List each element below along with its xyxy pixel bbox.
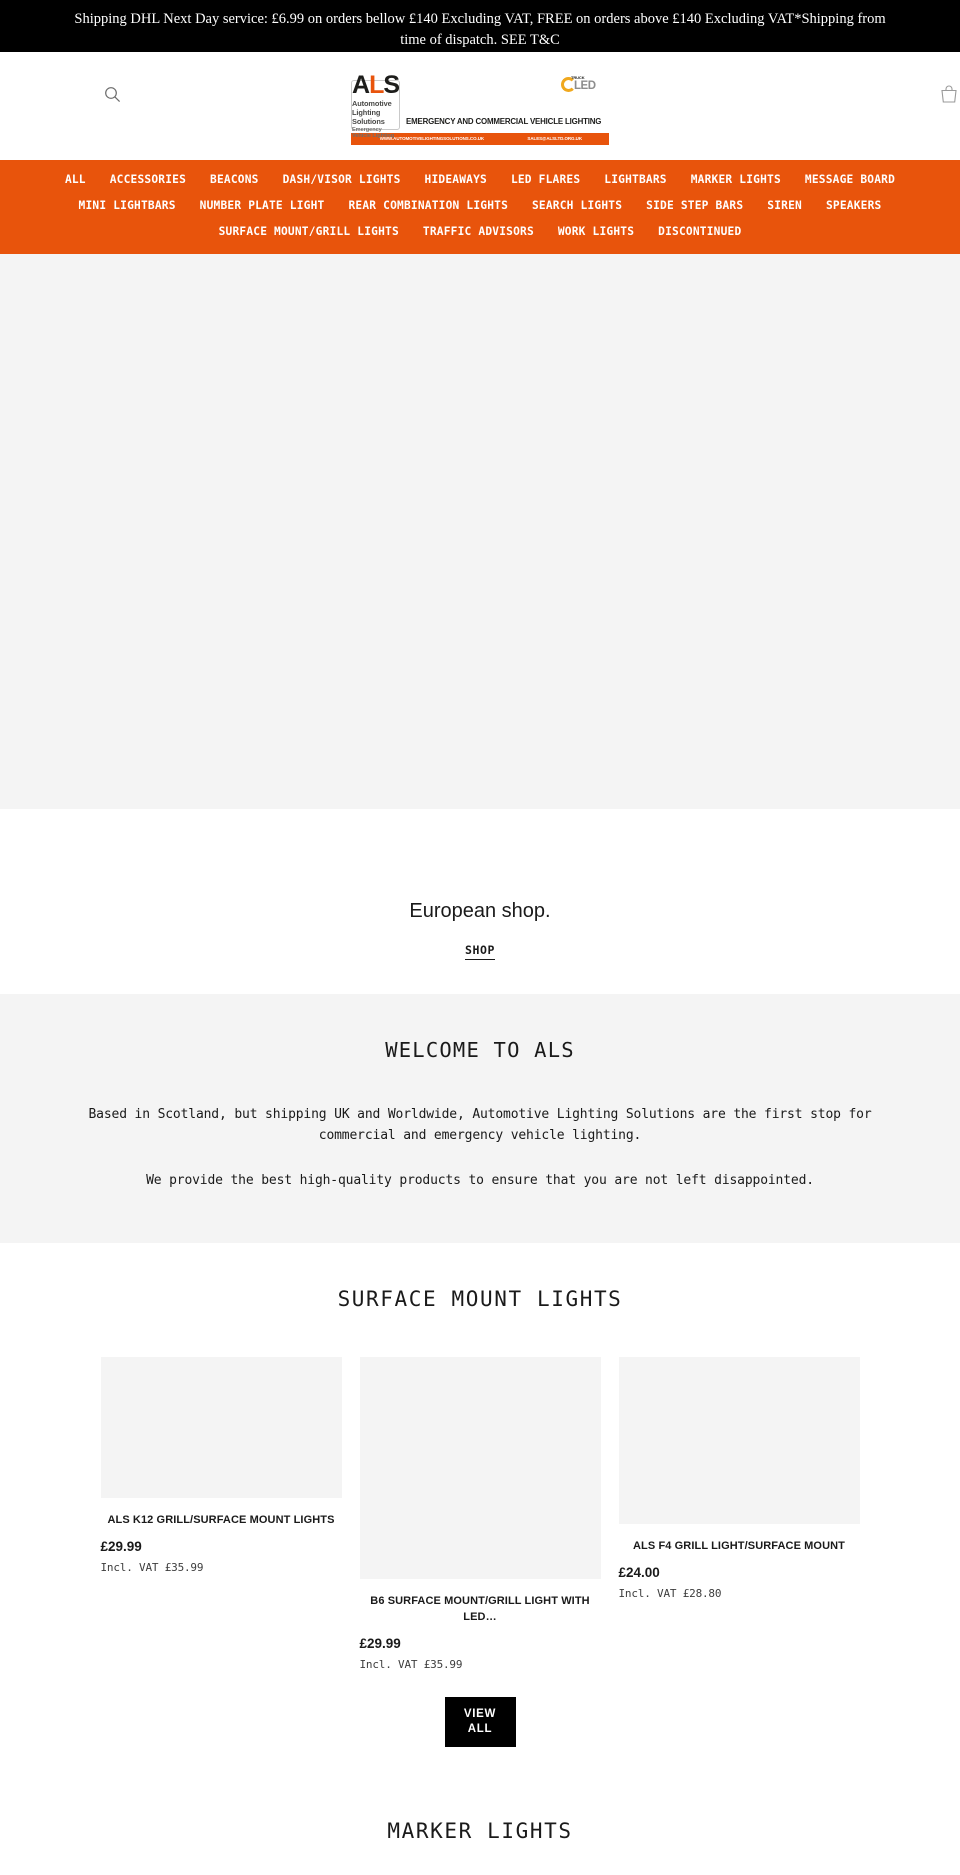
nav-item-beacons[interactable]: BEACONS (198, 170, 271, 190)
nav-row-2: MINI LIGHTBARS NUMBER PLATE LIGHT REAR C… (16, 196, 944, 216)
nav-item-surface-mount-grill-lights[interactable]: SURFACE MOUNT/GRILL LIGHTS (207, 222, 411, 242)
product-price: £29.99 (359, 1636, 401, 1651)
welcome-paragraph-2: We provide the best high-quality product… (146, 1173, 814, 1188)
product-vat-price: Incl. VAT £35.99 (359, 1658, 463, 1671)
logo-wordmark: ALS (352, 70, 400, 99)
product-image[interactable] (359, 1357, 601, 1579)
announcement-text: Shipping DHL Next Day service: £6.99 on … (74, 11, 886, 48)
nav-item-marker-lights[interactable]: MARKER LIGHTS (679, 170, 793, 190)
product-title: B6 SURFACE MOUNT/GRILL LIGHT WITH LED… (370, 1595, 590, 1623)
site-header: ALS Automotive Lighting Solutions Emerge… (0, 52, 960, 160)
surface-mount-lights-section: SURFACE MOUNT LIGHTS ALS K12 GRILL/SURFA… (0, 1243, 960, 1747)
nav-item-siren[interactable]: SIREN (755, 196, 814, 216)
announcement-bar: Shipping DHL Next Day service: £6.99 on … (0, 0, 960, 52)
view-all-wrapper: VIEW ALL (0, 1697, 960, 1747)
product-price: £24.00 (618, 1565, 660, 1580)
nav-item-rear-combination-lights[interactable]: REAR COMBINATION LIGHTS (336, 196, 520, 216)
logo-website: WWW.AUTOMOTIVELIGHTINGSOLUTIONS.CO.UK (379, 136, 484, 141)
product-grid: ALS K12 GRILL/SURFACE MOUNT LIGHTS £29.9… (0, 1357, 960, 1671)
logo-letter-s: S (383, 70, 400, 99)
product-image[interactable] (618, 1357, 860, 1524)
logo-email: SALES@ALSLTD.ORG.UK (527, 136, 582, 141)
logo-tagline: EMERGENCY AND COMMERCIAL VEHICLE LIGHTIN… (406, 115, 602, 126)
nav-item-discontinued[interactable]: DISCONTINUED (646, 222, 753, 242)
european-shop-section: European shop. SHOP (0, 809, 960, 994)
marker-lights-heading: MARKER LIGHTS (387, 1819, 573, 1843)
main-navigation: ALL ACCESSORIES BEACONS DASH/VISOR LIGHT… (0, 160, 960, 254)
nav-row-1: ALL ACCESSORIES BEACONS DASH/VISOR LIGHT… (16, 170, 944, 190)
nav-item-work-lights[interactable]: WORK LIGHTS (546, 222, 646, 242)
product-price: £29.99 (100, 1539, 142, 1554)
product-vat-price: Incl. VAT £28.80 (618, 1587, 722, 1600)
logo-letter-a: A (352, 70, 370, 99)
view-all-line-1: VIEW (463, 1708, 497, 1720)
nav-item-all[interactable]: ALL (53, 170, 98, 190)
welcome-section: WELCOME TO ALS Based in Scotland, but sh… (0, 994, 960, 1243)
nav-item-led-flares[interactable]: LED FLARES (499, 170, 592, 190)
nav-item-dash-visor-lights[interactable]: DASH/VISOR LIGHTS (271, 170, 413, 190)
nav-row-3: SURFACE MOUNT/GRILL LIGHTS TRAFFIC ADVIS… (16, 222, 944, 242)
logo-badge: ALS Automotive Lighting Solutions Emerge… (351, 72, 401, 139)
product-vat-price: Incl. VAT £35.99 (100, 1561, 204, 1574)
logo-top-row: ALS Automotive Lighting Solutions Emerge… (351, 72, 609, 139)
nav-item-speakers[interactable]: SPEAKERS (814, 196, 893, 216)
truck-led-logo-icon: TRUCK LED (561, 74, 601, 98)
product-card[interactable]: ALS F4 GRILL LIGHT/SURFACE MOUNT £24.00 … (618, 1357, 860, 1600)
search-icon[interactable] (100, 82, 124, 106)
product-image[interactable] (100, 1357, 342, 1498)
nav-item-hideaways[interactable]: HIDEAWAYS (413, 170, 499, 190)
logo-subtitle-primary: Automotive Lighting Solutions (352, 98, 392, 126)
product-card[interactable]: ALS K12 GRILL/SURFACE MOUNT LIGHTS £29.9… (100, 1357, 342, 1574)
welcome-paragraph-1: Based in Scotland, but shipping UK and W… (88, 1107, 872, 1143)
nav-item-mini-lightbars[interactable]: MINI LIGHTBARS (67, 196, 188, 216)
product-title: ALS K12 GRILL/SURFACE MOUNT LIGHTS (107, 1514, 335, 1526)
truck-led-badge-main: LED (574, 79, 596, 92)
view-all-line-2: ALL (467, 1723, 493, 1735)
surface-mount-heading: SURFACE MOUNT LIGHTS (337, 1287, 623, 1311)
logo-letter-l: L (369, 70, 384, 99)
european-shop-title: European shop. (409, 900, 551, 922)
view-all-button[interactable]: VIEW ALL (444, 1697, 516, 1747)
nav-item-search-lights[interactable]: SEARCH LIGHTS (520, 196, 634, 216)
nav-item-traffic-advisors[interactable]: TRAFFIC ADVISORS (411, 222, 546, 242)
european-shop-link[interactable]: SHOP (464, 943, 496, 960)
nav-item-message-board[interactable]: MESSAGE BOARD (793, 170, 907, 190)
nav-item-number-plate-light[interactable]: NUMBER PLATE LIGHT (188, 196, 337, 216)
welcome-heading: WELCOME TO ALS (385, 1038, 575, 1062)
nav-item-accessories[interactable]: ACCESSORIES (98, 170, 198, 190)
hero-banner[interactable] (0, 254, 960, 809)
cart-icon[interactable] (938, 82, 960, 106)
nav-item-side-step-bars[interactable]: SIDE STEP BARS (634, 196, 755, 216)
marker-lights-section: MARKER LIGHTS (0, 1747, 960, 1843)
product-title: ALS F4 GRILL LIGHT/SURFACE MOUNT (633, 1540, 845, 1552)
product-card[interactable]: B6 SURFACE MOUNT/GRILL LIGHT WITH LED… £… (359, 1357, 601, 1671)
site-logo[interactable]: ALS Automotive Lighting Solutions Emerge… (351, 72, 609, 145)
nav-item-lightbars[interactable]: LIGHTBARS (592, 170, 678, 190)
